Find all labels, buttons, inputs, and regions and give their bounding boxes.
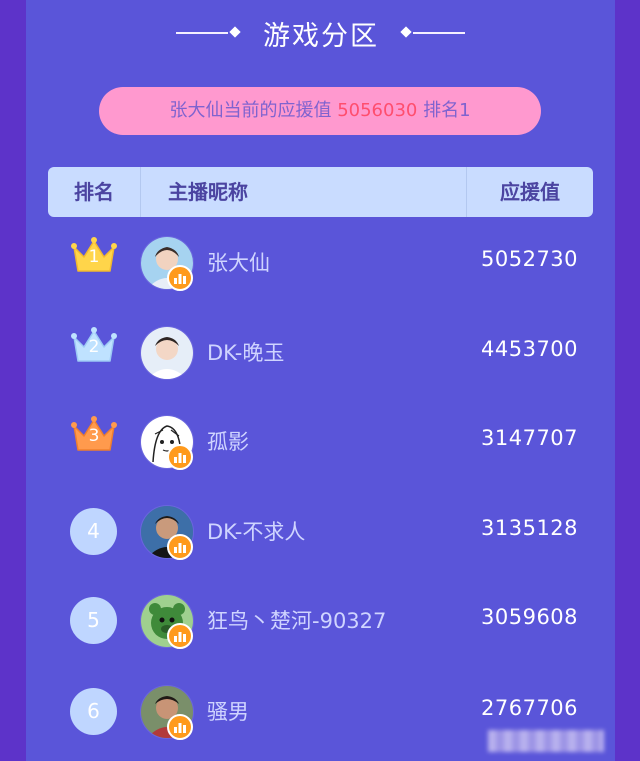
streamer-name[interactable]: 孤影 — [207, 426, 249, 456]
support-value: 3135128 — [481, 516, 579, 540]
column-header-name: 主播昵称 — [168, 180, 248, 204]
streamer-name[interactable]: DK-晚玉 — [207, 337, 284, 367]
rank-badge: 6 — [70, 688, 117, 735]
ranking-row[interactable]: 5 狂鸟丶楚河-90327 3059608 — [26, 581, 615, 661]
title-divider-left — [176, 32, 228, 34]
support-value: 3059608 — [481, 605, 579, 629]
support-value: 2767706 — [481, 696, 579, 720]
orange-crown-icon: 3 — [70, 414, 118, 454]
live-stats-icon — [167, 623, 193, 649]
section-title: 游戏分区 — [263, 21, 379, 52]
streamer-name[interactable]: 狂鸟丶楚河-90327 — [207, 605, 386, 635]
ranking-row[interactable]: 4 DK-不求人 3135128 — [26, 492, 615, 572]
live-stats-icon — [167, 534, 193, 560]
column-header-rank: 排名 — [74, 180, 114, 204]
rank-badge: 5 — [70, 597, 117, 644]
streamer-name[interactable]: 张大仙 — [207, 247, 270, 277]
support-value: 3147707 — [481, 426, 579, 450]
column-header-value: 应援值 — [500, 180, 560, 204]
rank-badge: 4 — [70, 508, 117, 555]
current-support-banner: 张大仙当前的应援值 5056030 排名1 — [99, 87, 541, 135]
title-divider-right — [413, 32, 465, 34]
banner-support-value: 5056030 — [337, 100, 418, 121]
rank-number: 3 — [88, 426, 100, 446]
blurred-watermark — [488, 730, 604, 752]
section-header: 游戏分区 — [26, 10, 615, 52]
banner-rank: 排名1 — [423, 100, 471, 121]
rank-number: 1 — [88, 247, 100, 267]
banner-prefix: 张大仙当前的应援值 — [169, 100, 332, 121]
rank-number: 2 — [88, 337, 100, 357]
support-value: 5052730 — [481, 247, 579, 271]
streamer-name[interactable]: DK-不求人 — [207, 516, 305, 546]
ranking-row[interactable]: 3 孤影 3147707 — [26, 402, 615, 482]
ranking-row[interactable]: 2 DK-晚玉 4453700 — [26, 313, 615, 393]
ranking-panel: 游戏分区 张大仙当前的应援值 5056030 排名1 排名 主播昵称 应援值 1… — [26, 0, 615, 761]
support-value: 4453700 — [481, 337, 579, 361]
blue-crown-icon: 2 — [70, 325, 118, 365]
live-stats-icon — [167, 444, 193, 470]
diamond-decoration-left — [229, 26, 241, 38]
live-stats-icon — [167, 714, 193, 740]
live-stats-icon — [167, 265, 193, 291]
streamer-name[interactable]: 骚男 — [207, 696, 249, 726]
diamond-decoration-right — [400, 26, 412, 38]
ranking-table-header: 排名 主播昵称 应援值 — [48, 167, 593, 217]
gold-crown-icon: 1 — [70, 235, 118, 275]
column-divider — [140, 167, 141, 217]
ranking-row[interactable]: 1 张大仙 5052730 — [26, 223, 615, 303]
avatar[interactable] — [140, 326, 194, 380]
